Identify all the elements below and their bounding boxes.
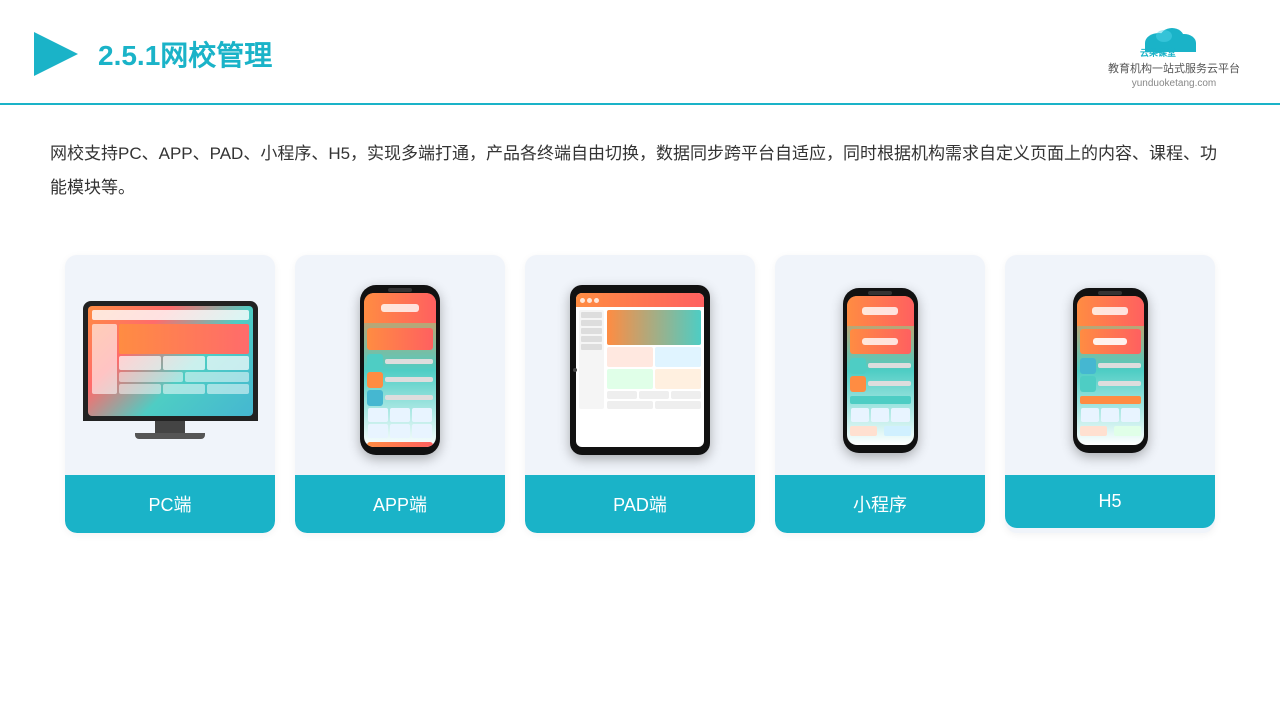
page-title: 2.5.1网校管理 [98,34,272,74]
header: 2.5.1网校管理 云朵课堂 教育机构一站式服务云平台 yunduoketang… [0,0,1280,105]
header-left: 2.5.1网校管理 [30,28,272,80]
card-pc-image [65,255,275,475]
logo-tagline: 教育机构一站式服务云平台 [1108,60,1240,76]
card-miniapp-image [775,255,985,475]
card-h5-label: H5 [1005,475,1215,528]
device-tablet [570,285,710,455]
play-icon [30,28,82,80]
card-miniapp-label: 小程序 [775,475,985,533]
device-pc [83,301,258,439]
card-app-label: APP端 [295,475,505,533]
logo-area: 云朵课堂 教育机构一站式服务云平台 yunduoketang.com [1108,18,1240,89]
card-pad-image [525,255,755,475]
description-text: 网校支持PC、APP、PAD、小程序、H5，实现多端打通，产品各终端自由切换，数… [0,105,1280,225]
logo-url: yunduoketang.com [1132,78,1217,89]
card-miniapp: 小程序 [775,255,985,533]
card-h5: H5 [1005,255,1215,533]
device-phone-app [360,285,440,455]
cards-container: PC端 [0,235,1280,563]
card-h5-image [1005,255,1215,475]
svg-text:云朵课堂: 云朵课堂 [1140,47,1176,58]
card-pad-label: PAD端 [525,475,755,533]
card-pc-label: PC端 [65,475,275,533]
card-pad: PAD端 [525,255,755,533]
card-app-image [295,255,505,475]
card-app: APP端 [295,255,505,533]
device-phone-miniapp [843,288,918,453]
logo-icon: 云朵课堂 [1134,18,1214,58]
card-pc: PC端 [65,255,275,533]
device-phone-h5 [1073,288,1148,453]
